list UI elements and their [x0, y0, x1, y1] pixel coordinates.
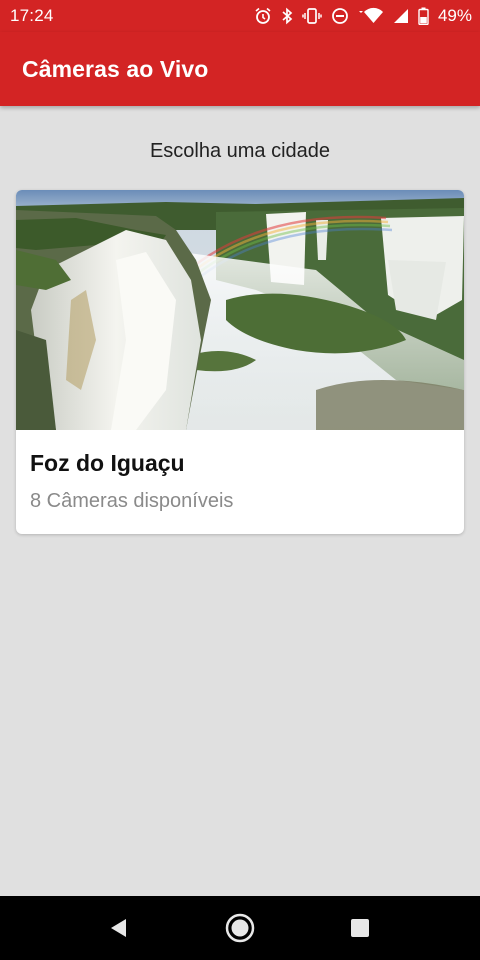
- city-name: Foz do Iguaçu: [30, 450, 185, 476]
- signal-icon: [393, 8, 409, 24]
- alarm-icon: [254, 7, 272, 25]
- vibrate-icon: [302, 7, 322, 25]
- recents-icon[interactable]: [342, 910, 378, 946]
- status-bar: 17:24 49%: [0, 0, 480, 32]
- camera-count: 8 Câmeras disponíveis: [30, 490, 234, 512]
- battery-percent: 49%: [437, 6, 472, 25]
- app-title: Câmeras ao Vivo: [22, 55, 209, 82]
- status-time: 17:24: [10, 6, 54, 25]
- bluetooth-icon: [281, 7, 293, 25]
- navigation-bar: [0, 896, 480, 960]
- city-card-foz-do-iguacu[interactable]: Foz do Iguaçu 8 Câmeras disponíveis: [16, 190, 464, 534]
- back-icon[interactable]: [101, 910, 137, 946]
- choose-city-prompt: Escolha uma cidade: [149, 140, 331, 162]
- waterfall-photo: [16, 190, 464, 430]
- home-icon[interactable]: [222, 910, 258, 946]
- app-bar: Câmeras ao Vivo: [0, 32, 480, 106]
- battery-icon: [418, 7, 429, 25]
- status-icons: 49%: [254, 6, 472, 26]
- do-not-disturb-icon: [331, 7, 349, 25]
- wifi-icon: [358, 7, 384, 25]
